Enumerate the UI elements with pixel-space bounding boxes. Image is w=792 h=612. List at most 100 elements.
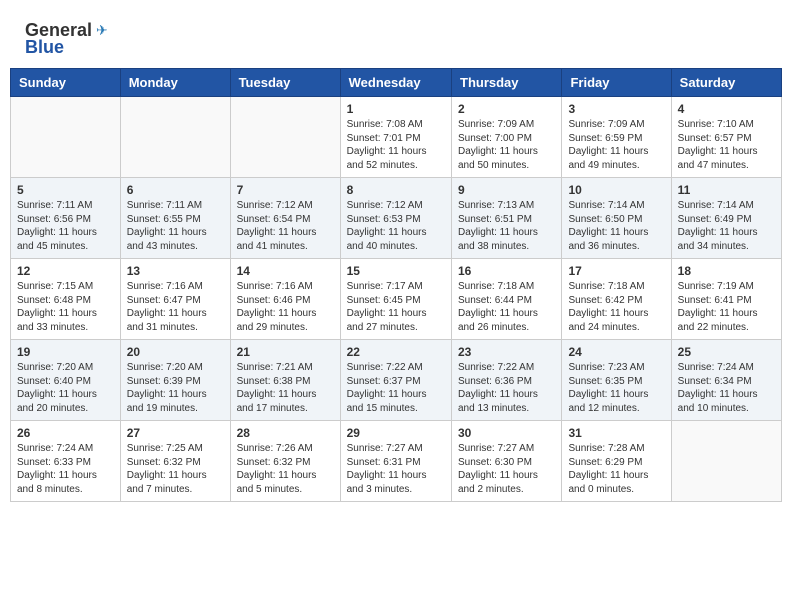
day-info: Sunrise: 7:19 AM Sunset: 6:41 PM Dayligh…: [678, 280, 775, 334]
day-info: Sunrise: 7:12 AM Sunset: 6:54 PM Dayligh…: [237, 199, 334, 253]
day-number: 30: [458, 426, 555, 440]
day-number: 15: [347, 264, 445, 278]
day-number: 19: [17, 345, 114, 359]
header-sunday: Sunday: [11, 69, 121, 97]
calendar-cell: 10 Sunrise: 7:14 AM Sunset: 6:50 PM Dayli…: [562, 178, 671, 259]
day-number: 23: [458, 345, 555, 359]
calendar-cell: 24Sunrise: 7:23 AM Sunset: 6:35 PM Dayli…: [562, 340, 671, 421]
calendar-cell: 23Sunrise: 7:22 AM Sunset: 6:36 PM Dayli…: [452, 340, 562, 421]
day-info: Sunrise: 7:22 AM Sunset: 6:37 PM Dayligh…: [347, 361, 445, 415]
calendar-cell: [230, 97, 340, 178]
day-number: 26: [17, 426, 114, 440]
day-number: 10: [568, 183, 664, 197]
calendar-header-row: SundayMondayTuesdayWednesdayThursdayFrid…: [11, 69, 782, 97]
calendar-cell: 12 Sunrise: 7:15 AM Sunset: 6:48 PM Dayli…: [11, 259, 121, 340]
calendar-cell: [120, 97, 230, 178]
day-number: 28: [237, 426, 334, 440]
calendar-cell: 26 Sunrise: 7:24 AM Sunset: 6:33 PM Dayli…: [11, 421, 121, 502]
header-monday: Monday: [120, 69, 230, 97]
calendar-cell: 14 Sunrise: 7:16 AM Sunset: 6:46 PM Dayli…: [230, 259, 340, 340]
day-info: Sunrise: 7:27 AM Sunset: 6:31 PM Dayligh…: [347, 442, 445, 496]
header-thursday: Thursday: [452, 69, 562, 97]
day-info: Sunrise: 7:09 AM Sunset: 6:59 PM Dayligh…: [568, 118, 664, 172]
day-info: Sunrise: 7:24 AM Sunset: 6:33 PM Dayligh…: [17, 442, 114, 496]
day-number: 20: [127, 345, 224, 359]
calendar-table: SundayMondayTuesdayWednesdayThursdayFrid…: [10, 68, 782, 502]
calendar-cell: 13 Sunrise: 7:16 AM Sunset: 6:47 PM Dayli…: [120, 259, 230, 340]
day-number: 25: [678, 345, 775, 359]
day-info: Sunrise: 7:09 AM Sunset: 7:00 PM Dayligh…: [458, 118, 555, 172]
calendar-cell: 27Sunrise: 7:25 AM Sunset: 6:32 PM Dayli…: [120, 421, 230, 502]
day-number: 21: [237, 345, 334, 359]
calendar-cell: 8Sunrise: 7:12 AM Sunset: 6:53 PM Daylig…: [340, 178, 451, 259]
day-info: Sunrise: 7:24 AM Sunset: 6:34 PM Dayligh…: [678, 361, 775, 415]
day-info: Sunrise: 7:11 AM Sunset: 6:56 PM Dayligh…: [17, 199, 114, 253]
calendar-cell: 3Sunrise: 7:09 AM Sunset: 6:59 PM Daylig…: [562, 97, 671, 178]
calendar-cell: 11 Sunrise: 7:14 AM Sunset: 6:49 PM Dayli…: [671, 178, 781, 259]
calendar-cell: 25 Sunrise: 7:24 AM Sunset: 6:34 PM Dayli…: [671, 340, 781, 421]
calendar-cell: 6 Sunrise: 7:11 AM Sunset: 6:55 PM Daylig…: [120, 178, 230, 259]
day-info: Sunrise: 7:14 AM Sunset: 6:50 PM Dayligh…: [568, 199, 664, 253]
calendar-week-5: 26 Sunrise: 7:24 AM Sunset: 6:33 PM Dayli…: [11, 421, 782, 502]
calendar-cell: 20 Sunrise: 7:20 AM Sunset: 6:39 PM Dayli…: [120, 340, 230, 421]
day-info: Sunrise: 7:27 AM Sunset: 6:30 PM Dayligh…: [458, 442, 555, 496]
day-info: Sunrise: 7:18 AM Sunset: 6:42 PM Dayligh…: [568, 280, 664, 334]
day-info: Sunrise: 7:18 AM Sunset: 6:44 PM Dayligh…: [458, 280, 555, 334]
header-saturday: Saturday: [671, 69, 781, 97]
day-info: Sunrise: 7:23 AM Sunset: 6:35 PM Dayligh…: [568, 361, 664, 415]
header-friday: Friday: [562, 69, 671, 97]
day-number: 11: [678, 183, 775, 197]
day-info: Sunrise: 7:16 AM Sunset: 6:47 PM Dayligh…: [127, 280, 224, 334]
day-number: 4: [678, 102, 775, 116]
calendar-cell: 1 Sunrise: 7:08 AM Sunset: 7:01 PM Daylig…: [340, 97, 451, 178]
calendar-cell: 29Sunrise: 7:27 AM Sunset: 6:31 PM Dayli…: [340, 421, 451, 502]
day-info: Sunrise: 7:16 AM Sunset: 6:46 PM Dayligh…: [237, 280, 334, 334]
day-number: 16: [458, 264, 555, 278]
day-info: Sunrise: 7:14 AM Sunset: 6:49 PM Dayligh…: [678, 199, 775, 253]
logo-blue-text: Blue: [25, 37, 64, 58]
day-number: 14: [237, 264, 334, 278]
header-tuesday: Tuesday: [230, 69, 340, 97]
day-number: 17: [568, 264, 664, 278]
header-wednesday: Wednesday: [340, 69, 451, 97]
day-number: 27: [127, 426, 224, 440]
calendar-cell: 5 Sunrise: 7:11 AM Sunset: 6:56 PM Daylig…: [11, 178, 121, 259]
calendar-week-4: 19Sunrise: 7:20 AM Sunset: 6:40 PM Dayli…: [11, 340, 782, 421]
calendar-cell: 28 Sunrise: 7:26 AM Sunset: 6:32 PM Dayli…: [230, 421, 340, 502]
day-number: 18: [678, 264, 775, 278]
day-number: 12: [17, 264, 114, 278]
calendar-cell: 19Sunrise: 7:20 AM Sunset: 6:40 PM Dayli…: [11, 340, 121, 421]
calendar-cell: 30 Sunrise: 7:27 AM Sunset: 6:30 PM Dayli…: [452, 421, 562, 502]
calendar-cell: 31Sunrise: 7:28 AM Sunset: 6:29 PM Dayli…: [562, 421, 671, 502]
day-info: Sunrise: 7:08 AM Sunset: 7:01 PM Dayligh…: [347, 118, 445, 172]
day-number: 2: [458, 102, 555, 116]
day-info: Sunrise: 7:10 AM Sunset: 6:57 PM Dayligh…: [678, 118, 775, 172]
day-number: 9: [458, 183, 555, 197]
day-info: Sunrise: 7:17 AM Sunset: 6:45 PM Dayligh…: [347, 280, 445, 334]
calendar-cell: 15 Sunrise: 7:17 AM Sunset: 6:45 PM Dayli…: [340, 259, 451, 340]
logo-bird-icon: ✈: [96, 22, 108, 39]
calendar-cell: 2 Sunrise: 7:09 AM Sunset: 7:00 PM Daylig…: [452, 97, 562, 178]
calendar-cell: [671, 421, 781, 502]
calendar-cell: 7 Sunrise: 7:12 AM Sunset: 6:54 PM Daylig…: [230, 178, 340, 259]
day-info: Sunrise: 7:13 AM Sunset: 6:51 PM Dayligh…: [458, 199, 555, 253]
calendar-cell: 22 Sunrise: 7:22 AM Sunset: 6:37 PM Dayli…: [340, 340, 451, 421]
day-info: Sunrise: 7:12 AM Sunset: 6:53 PM Dayligh…: [347, 199, 445, 253]
day-info: Sunrise: 7:11 AM Sunset: 6:55 PM Dayligh…: [127, 199, 224, 253]
day-info: Sunrise: 7:28 AM Sunset: 6:29 PM Dayligh…: [568, 442, 664, 496]
calendar-cell: 21Sunrise: 7:21 AM Sunset: 6:38 PM Dayli…: [230, 340, 340, 421]
day-info: Sunrise: 7:20 AM Sunset: 6:39 PM Dayligh…: [127, 361, 224, 415]
day-number: 7: [237, 183, 334, 197]
calendar-cell: 17 Sunrise: 7:18 AM Sunset: 6:42 PM Dayli…: [562, 259, 671, 340]
calendar-cell: [11, 97, 121, 178]
day-number: 13: [127, 264, 224, 278]
day-number: 1: [347, 102, 445, 116]
page-header: General ✈ Blue: [10, 10, 782, 63]
calendar-cell: 18 Sunrise: 7:19 AM Sunset: 6:41 PM Dayli…: [671, 259, 781, 340]
day-number: 22: [347, 345, 445, 359]
day-info: Sunrise: 7:26 AM Sunset: 6:32 PM Dayligh…: [237, 442, 334, 496]
day-number: 6: [127, 183, 224, 197]
logo: General ✈ Blue: [25, 20, 108, 58]
day-number: 5: [17, 183, 114, 197]
day-info: Sunrise: 7:15 AM Sunset: 6:48 PM Dayligh…: [17, 280, 114, 334]
